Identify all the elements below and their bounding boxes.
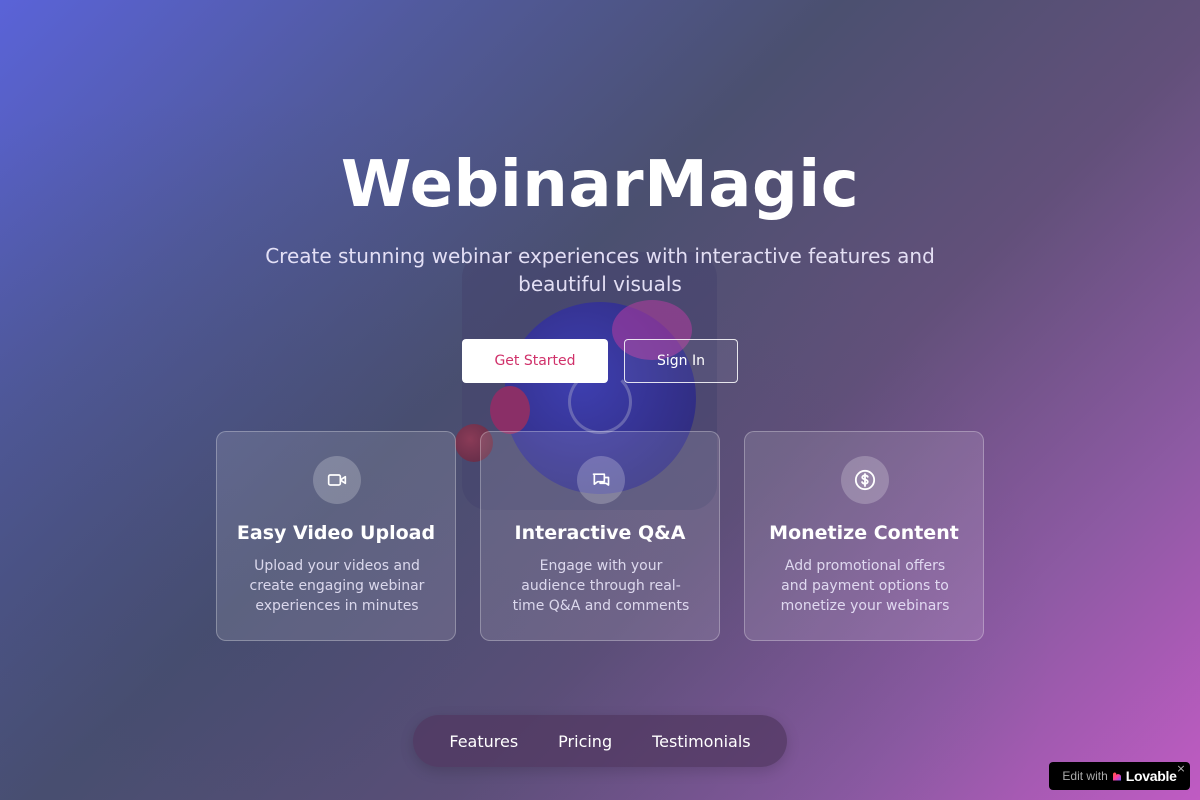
feature-description: Engage with your audience through real-t… [512, 558, 690, 614]
lovable-heart-icon [1112, 772, 1121, 781]
badge-prefix: Edit with [1062, 769, 1108, 783]
bottom-nav: Features Pricing Testimonials [413, 715, 787, 767]
feature-description: Add promotional offers and payment optio… [780, 558, 950, 614]
get-started-button[interactable]: Get Started [462, 339, 608, 383]
feature-card-qa: Interactive Q&A Engage with your audienc… [480, 431, 720, 641]
feature-title: Easy Video Upload [236, 522, 436, 544]
sign-in-button[interactable]: Sign In [624, 339, 738, 383]
page-subtitle: Create stunning webinar experiences with… [265, 244, 935, 296]
decorative-orb [490, 386, 530, 434]
chat-icon [577, 456, 625, 504]
page-title: WebinarMagic [340, 148, 860, 222]
nav-link-pricing[interactable]: Pricing [558, 732, 612, 751]
feature-description: Upload your videos and create engaging w… [249, 558, 425, 614]
close-icon[interactable]: × [1176, 763, 1186, 775]
badge-brand: Lovable [1125, 768, 1177, 784]
feature-card-monetize: Monetize Content Add promotional offers … [744, 431, 984, 641]
feature-card-video-upload: Easy Video Upload Upload your videos and… [216, 431, 456, 641]
nav-link-testimonials[interactable]: Testimonials [652, 732, 751, 751]
nav-link-features[interactable]: Features [449, 732, 518, 751]
dollar-icon [841, 456, 889, 504]
edit-with-lovable-badge[interactable]: Edit with Lovable [1049, 762, 1190, 790]
video-icon [313, 456, 361, 504]
feature-title: Monetize Content [769, 522, 959, 544]
feature-title: Interactive Q&A [514, 522, 686, 544]
